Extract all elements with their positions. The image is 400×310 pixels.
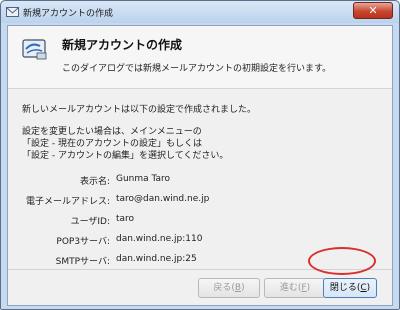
mail-account-icon bbox=[22, 39, 47, 60]
pop3-server-value: dan.wind.ne.jp:110 bbox=[116, 234, 203, 244]
smtp-server-value: dan.wind.ne.jp:25 bbox=[116, 254, 197, 264]
pop3-server-label: POP3サーバ: bbox=[56, 237, 110, 247]
window-close-button[interactable]: ✕ bbox=[353, 2, 393, 19]
back-button-end: ) bbox=[241, 283, 245, 293]
header-title: 新規アカウントの作成 bbox=[62, 38, 183, 52]
back-button[interactable]: 戻る(B) bbox=[198, 278, 260, 298]
close-button-label: 閉じる( bbox=[329, 283, 361, 293]
next-button[interactable]: 進む(F) bbox=[264, 278, 326, 298]
back-button-label: 戻る( bbox=[213, 283, 235, 293]
close-button-highlight bbox=[308, 247, 376, 275]
info-line-4: 「設定 - アカウントの編集」を選択してください。 bbox=[22, 151, 229, 161]
user-id-label: ユーザID: bbox=[70, 217, 110, 227]
email-address-value: taro@dan.wind.ne.jp bbox=[116, 194, 210, 204]
title-bar[interactable]: 新規アカウントの作成 ✕ bbox=[1, 1, 399, 23]
dialog-header: 新規アカウントの作成 このダイアログでは新規メールアカウントの初期設定を行います… bbox=[8, 26, 392, 89]
mail-account-icon bbox=[6, 7, 19, 17]
email-address-label: 電子メールアドレス: bbox=[25, 197, 110, 207]
close-button-end: ) bbox=[366, 283, 371, 293]
display-name-label: 表示名: bbox=[79, 177, 110, 187]
info-line-1: 新しいメールアカウントは以下の設定で作成されました。 bbox=[22, 105, 257, 115]
dialog-window: 新規アカウントの作成 ✕ 新規アカウントの作成 このダイアログでは新規メールアカ… bbox=[0, 0, 400, 310]
close-button[interactable]: 閉じる(C) bbox=[323, 278, 377, 298]
header-subtitle: このダイアログでは新規メールアカウントの初期設定を行います。 bbox=[62, 64, 332, 74]
window-title: 新規アカウントの作成 bbox=[23, 9, 114, 19]
display-name-value: Gunma Taro bbox=[116, 174, 171, 184]
next-button-end: ) bbox=[306, 283, 311, 293]
user-id-value: taro bbox=[116, 214, 135, 224]
smtp-server-label: SMTPサーバ: bbox=[55, 257, 110, 267]
next-button-label: 進む( bbox=[279, 283, 302, 293]
